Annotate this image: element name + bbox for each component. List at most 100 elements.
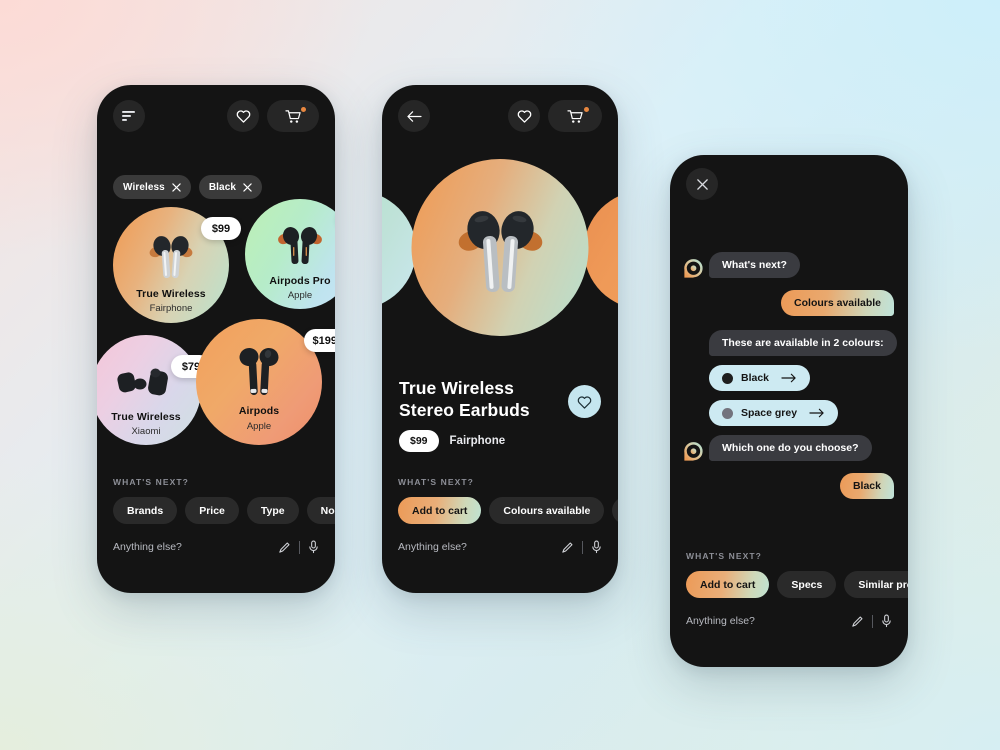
cart-button[interactable] [548,100,602,132]
colour-swatch-space-grey [722,407,733,419]
suggestion-chip-row: Add to cart Colours available Ratings [398,497,618,524]
product-brand: Apple [287,290,313,301]
chat-input-icons [561,540,602,554]
colour-option-pill[interactable]: Black [709,365,811,391]
suggestion-chip-similar-products[interactable]: Similar products [844,571,908,598]
product-price-badge: $99 [201,217,241,240]
chat-input[interactable]: Anything else? [686,615,851,627]
filter-chip-label: Wireless [123,181,165,193]
product-brand: Xiaomi [131,426,161,437]
product-title-line1: True Wireless [399,378,514,398]
chat-input-icons [278,540,319,554]
airpods-black-icon [235,345,283,401]
product-card-true-wireless-xiaomi[interactable]: True Wireless Xiaomi $79 [97,335,211,445]
close-chat-button[interactable] [686,168,718,200]
chat-input-icons [851,614,892,628]
input-divider [582,540,583,554]
chat-input-row: Anything else? [686,614,892,628]
phone1-topbar [97,85,335,147]
back-button[interactable] [398,100,430,132]
chat-message-user-2: Black [839,473,894,499]
suggestion-chip-specs[interactable]: Specs [777,571,837,598]
heart-icon [517,109,532,123]
suggestion-chip-row: Add to cart Specs Similar products [686,571,908,598]
filter-button[interactable] [113,100,145,132]
suggestion-chip-row: Brands Price Type Noise control [113,497,335,524]
earbuds-case-black-icon [116,365,176,403]
suggestion-chip-add-to-cart[interactable]: Add to cart [398,497,482,524]
chat-bubble-text: What's next? [709,252,800,278]
colour-swatch-black [722,372,733,384]
microphone-icon[interactable] [308,540,319,554]
product-title: Airpods Pro [269,275,331,287]
suggestion-chip-colours-available[interactable]: Colours available [489,497,605,524]
whats-next-label: WHAT'S NEXT? [398,477,474,487]
heart-icon [577,395,592,409]
product-brand: Fairphone [449,435,506,447]
filter-chip-label: Black [208,181,237,193]
filter-chip-wireless[interactable]: Wireless [113,175,191,199]
phone-screen-product-detail: True Wireless Stereo Earbuds $99 Fairpho… [382,85,618,593]
chat-input[interactable]: Anything else? [398,541,561,553]
product-card-grid: True Wireless Fairphone $99 Airpods Pro … [97,199,335,447]
colour-option-label: Black [741,372,770,384]
chat-option-black[interactable]: Black [709,365,811,391]
chat-bubble-text: These are available in 2 colours: [709,330,897,356]
phone-screen-chat: What's next? Colours available These are… [670,155,908,667]
favorites-button[interactable] [227,100,259,132]
product-title: True Wireless [136,288,206,300]
close-icon[interactable] [172,182,181,192]
whats-next-label: WHAT'S NEXT? [113,477,189,487]
close-icon[interactable] [243,182,252,192]
product-title: Airpods [238,405,280,417]
filter-chip-black[interactable]: Black [198,175,263,199]
filter-lines-icon [121,110,137,122]
chat-bubble-text: Colours available [781,290,894,316]
product-card-airpods-pro-apple[interactable]: Airpods Pro Apple $250 [245,199,335,309]
phone-screen-product-list: Wireless Black True Wireless Fairphone $… [97,85,335,593]
suggestion-chip-ratings[interactable]: Ratings [612,497,618,524]
chat-input-row: Anything else? [113,540,319,554]
favorite-toggle-button[interactable] [568,385,601,418]
chat-input[interactable]: Anything else? [113,541,278,553]
chat-message-bot-3: Which one do you choose? [684,435,872,461]
chat-input-row: Anything else? [398,540,602,554]
microphone-icon[interactable] [881,614,892,628]
cart-badge-dot [584,107,589,112]
colour-option-label: Space grey [741,407,798,419]
suggestion-chip-noise-control[interactable]: Noise control [306,497,335,524]
chat-message-bot-1: What's next? [684,252,800,278]
input-divider [299,540,300,554]
product-hero-image[interactable] [411,159,589,336]
pencil-icon[interactable] [561,541,574,554]
heart-icon [236,109,251,123]
product-title-line2: Stereo Earbuds [399,400,530,421]
product-meta-row: $99 Fairphone [399,430,505,452]
pencil-icon[interactable] [278,541,291,554]
earbuds-stem-silver-icon [143,233,199,283]
cart-button[interactable] [267,100,319,132]
colour-option-pill[interactable]: Space grey [709,400,839,426]
earbuds-stem-silver-icon [448,205,552,297]
arrow-left-icon [406,110,422,123]
chat-message-user-1: Colours available [781,290,894,316]
assistant-avatar-icon [684,259,703,278]
assistant-avatar-icon [684,442,703,461]
pencil-icon[interactable] [851,615,864,628]
screenshot-canvas: Wireless Black True Wireless Fairphone $… [0,0,1000,750]
product-detail-title: True Wireless Stereo Earbuds [399,377,530,422]
suggestion-chip-type[interactable]: Type [246,497,299,524]
product-brand: Apple [246,421,272,432]
product-card-airpods-apple[interactable]: Airpods Apple $199 [196,319,335,445]
arrow-right-icon [781,373,797,383]
chat-option-space-grey[interactable]: Space grey [709,400,839,426]
favorites-button[interactable] [508,100,540,132]
suggestion-chip-add-to-cart[interactable]: Add to cart [686,571,770,598]
carousel-peek-right[interactable] [584,191,618,309]
product-title: True Wireless [111,411,181,423]
product-card-true-wireless-fairphone[interactable]: True Wireless Fairphone $99 [113,207,241,323]
microphone-icon[interactable] [591,540,602,554]
suggestion-chip-price[interactable]: Price [185,497,239,524]
phone3-topbar [670,155,908,213]
suggestion-chip-brands[interactable]: Brands [113,497,178,524]
